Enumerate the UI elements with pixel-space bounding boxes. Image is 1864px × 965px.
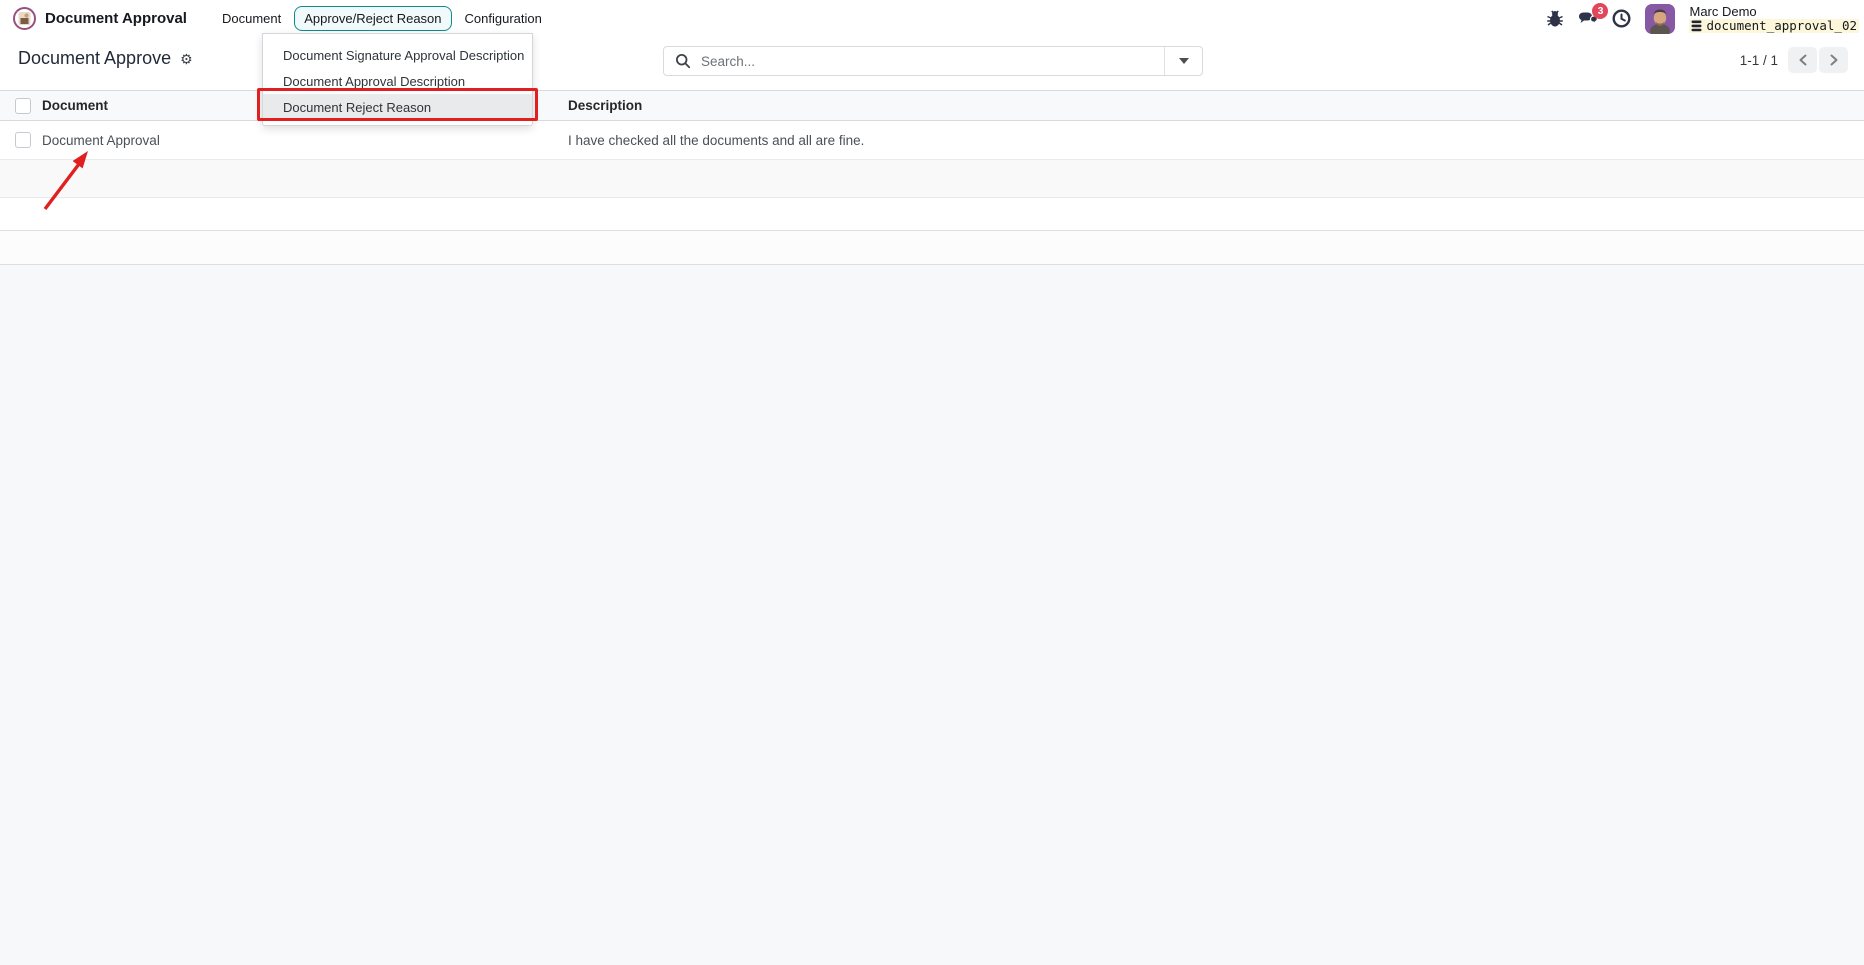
main-menubar: Document Approve/Reject Reason Configura…	[221, 6, 543, 31]
table-row[interactable]: Document Approval I have checked all the…	[0, 121, 1864, 160]
search-icon	[675, 53, 691, 69]
menu-configuration[interactable]: Configuration	[464, 6, 543, 31]
database-name: document_approval_02	[1706, 17, 1857, 33]
select-all-checkbox[interactable]	[15, 97, 31, 114]
systray: 3 Marc Demo document_approval_02	[1546, 0, 1864, 37]
column-header-description[interactable]: Description	[568, 98, 1864, 113]
user-avatar[interactable]	[1645, 3, 1676, 34]
empty-row	[0, 198, 1864, 231]
empty-row	[0, 160, 1864, 198]
app-brand-title[interactable]: Document Approval	[45, 10, 187, 27]
menu-item-document-reject-reason[interactable]: Document Reject Reason	[263, 94, 532, 120]
messages-button[interactable]: 3	[1578, 2, 1609, 28]
breadcrumb-row: Document Approve ⚙	[18, 48, 193, 69]
page-background	[0, 265, 1864, 965]
database-icon	[1691, 20, 1702, 31]
user-name: Marc Demo	[1689, 3, 1757, 19]
page-title: Document Approve	[18, 48, 172, 68]
top-navbar: Document Approval Document Approve/Rejec…	[0, 0, 1864, 37]
message-count-badge: 3	[1592, 2, 1609, 19]
menu-document[interactable]: Document	[221, 6, 282, 31]
search-input[interactable]	[699, 52, 1164, 70]
pager: 1-1 / 1	[1740, 47, 1848, 73]
app-icon-glyph	[18, 12, 31, 25]
row-description-cell[interactable]: I have checked all the documents and all…	[568, 133, 1864, 148]
caret-down-icon	[1178, 58, 1189, 64]
menu-item-document-approval-description[interactable]: Document Approval Description	[263, 68, 532, 94]
activity-clock-button[interactable]	[1612, 9, 1631, 28]
search-bar	[663, 46, 1203, 76]
pager-range: 1-1 / 1	[1739, 52, 1778, 68]
bug-icon	[1547, 10, 1564, 26]
pager-previous-button[interactable]	[1788, 47, 1817, 73]
user-menu[interactable]: Marc Demo document_approval_02	[1689, 3, 1859, 33]
chevron-left-icon	[1799, 54, 1806, 66]
clock-icon	[1612, 9, 1631, 28]
pager-buttons	[1788, 47, 1848, 73]
chevron-right-icon	[1830, 54, 1837, 66]
menu-approve-reject-reason[interactable]: Approve/Reject Reason	[294, 6, 452, 31]
database-badge: document_approval_02	[1689, 17, 1859, 33]
header-checkbox-cell	[0, 97, 42, 114]
pager-next-button[interactable]	[1819, 47, 1848, 73]
row-checkbox[interactable]	[15, 132, 31, 148]
app-icon[interactable]	[13, 7, 36, 30]
avatar-image	[1645, 3, 1676, 34]
menu-item-document-signature-approval-description[interactable]: Document Signature Approval Description	[263, 42, 532, 68]
row-checkbox-cell	[0, 132, 42, 148]
row-document-cell[interactable]: Document Approval	[42, 133, 568, 148]
empty-row	[0, 231, 1864, 265]
gear-icon[interactable]: ⚙	[180, 52, 193, 66]
approve-reject-reason-dropdown: Document Signature Approval Description …	[262, 33, 533, 126]
search-options-toggle[interactable]	[1164, 47, 1202, 75]
debug-bug-icon[interactable]	[1546, 10, 1564, 28]
